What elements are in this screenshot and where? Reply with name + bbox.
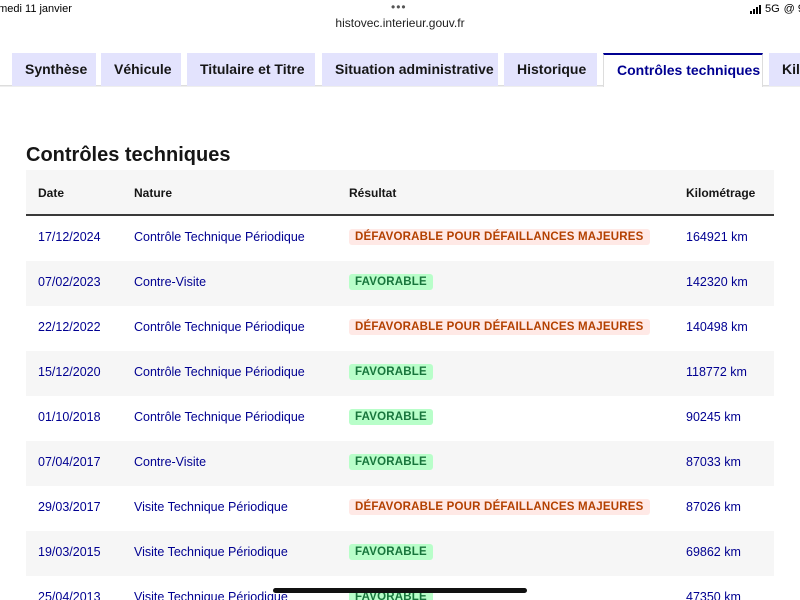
- cell-nature: Contre-Visite: [134, 275, 207, 289]
- header-nature: Nature: [134, 186, 173, 200]
- tab-titulaire-et-titre[interactable]: Titulaire et Titre: [187, 53, 315, 86]
- cell-date: 01/10/2018: [38, 410, 101, 424]
- result-badge: FAVORABLE: [349, 364, 433, 380]
- cell-km: 164921 km: [686, 230, 748, 244]
- result-badge: FAVORABLE: [349, 454, 433, 470]
- tab-bar: Synthèse Véhicule Titulaire et Titre Sit…: [0, 53, 800, 87]
- result-badge: DÉFAVORABLE POUR DÉFAILLANCES MAJEURES: [349, 229, 650, 245]
- home-indicator[interactable]: [273, 588, 527, 593]
- cell-date: 19/03/2015: [38, 545, 101, 559]
- cell-result: DÉFAVORABLE POUR DÉFAILLANCES MAJEURES: [349, 499, 650, 515]
- tab-controles-techniques[interactable]: Contrôles techniques: [603, 53, 763, 87]
- cell-km: 118772 km: [686, 365, 747, 379]
- network-type: 5G: [764, 3, 780, 15]
- cell-result: DÉFAVORABLE POUR DÉFAILLANCES MAJEURES: [349, 229, 650, 245]
- cell-result: FAVORABLE: [349, 544, 433, 560]
- header-kilometrage: Kilométrage: [686, 186, 756, 200]
- cell-result: FAVORABLE: [349, 454, 433, 470]
- cell-km: 87033 km: [686, 455, 741, 469]
- cell-km: 47350 km: [686, 590, 741, 600]
- result-badge: FAVORABLE: [349, 409, 433, 425]
- tab-vehicule[interactable]: Véhicule: [101, 53, 181, 86]
- cell-km: 140498 km: [686, 320, 748, 334]
- table-row: 07/04/2017 Contre-Visite FAVORABLE 87033…: [26, 441, 774, 486]
- cell-nature: Visite Technique Périodique: [134, 590, 288, 600]
- table-row: 17/12/2024 Contrôle Technique Périodique…: [26, 216, 774, 261]
- tab-historique[interactable]: Historique: [504, 53, 597, 86]
- cell-nature: Contrôle Technique Périodique: [134, 230, 305, 244]
- cell-km: 69862 km: [686, 545, 741, 559]
- result-badge: FAVORABLE: [349, 544, 433, 560]
- cell-date: 07/02/2023: [38, 275, 101, 289]
- tab-kilometrage[interactable]: Kil: [769, 53, 800, 86]
- table-row: 19/03/2015 Visite Technique Périodique F…: [26, 531, 774, 576]
- table-row: 01/10/2018 Contrôle Technique Périodique…: [26, 396, 774, 441]
- cell-nature: Visite Technique Périodique: [134, 500, 288, 514]
- controles-table: Date Nature Résultat Kilométrage 17/12/2…: [26, 170, 774, 600]
- cell-nature: Contrôle Technique Périodique: [134, 365, 305, 379]
- cell-date: 25/04/2013: [38, 590, 101, 600]
- cell-nature: Contre-Visite: [134, 455, 207, 469]
- table-row: 22/12/2022 Contrôle Technique Périodique…: [26, 306, 774, 351]
- result-badge: FAVORABLE: [349, 274, 433, 290]
- cell-date: 07/04/2017: [38, 455, 101, 469]
- address-bar[interactable]: histovec.interieur.gouv.fr: [0, 16, 800, 30]
- status-extra: @ 9: [783, 3, 800, 15]
- cell-date: 15/12/2020: [38, 365, 101, 379]
- tab-synthese[interactable]: Synthèse: [12, 53, 96, 86]
- cell-nature: Contrôle Technique Périodique: [134, 320, 305, 334]
- cell-result: DÉFAVORABLE POUR DÉFAILLANCES MAJEURES: [349, 319, 650, 335]
- page-title: Contrôles techniques: [26, 144, 231, 166]
- cell-date: 22/12/2022: [38, 320, 101, 334]
- cell-result: FAVORABLE: [349, 274, 433, 290]
- cell-result: FAVORABLE: [349, 364, 433, 380]
- header-resultat: Résultat: [349, 186, 397, 200]
- cellular-signal-icon: [749, 4, 761, 14]
- table-header: Date Nature Résultat Kilométrage: [26, 170, 774, 216]
- result-badge: DÉFAVORABLE POUR DÉFAILLANCES MAJEURES: [349, 499, 650, 515]
- cell-nature: Contrôle Technique Périodique: [134, 410, 305, 424]
- tab-situation-administrative[interactable]: Situation administrative: [322, 53, 498, 86]
- table-row: 15/12/2020 Contrôle Technique Périodique…: [26, 351, 774, 396]
- cell-result: FAVORABLE: [349, 409, 433, 425]
- status-indicators: 5G @ 9: [749, 3, 800, 15]
- table-row: 29/03/2017 Visite Technique Périodique D…: [26, 486, 774, 531]
- status-date: amedi 11 janvier: [0, 3, 72, 15]
- multitask-dots-icon[interactable]: •••: [391, 0, 407, 14]
- cell-km: 87026 km: [686, 500, 741, 514]
- cell-date: 29/03/2017: [38, 500, 101, 514]
- header-date: Date: [38, 186, 65, 200]
- cell-km: 142320 km: [686, 275, 748, 289]
- result-badge: DÉFAVORABLE POUR DÉFAILLANCES MAJEURES: [349, 319, 650, 335]
- cell-nature: Visite Technique Périodique: [134, 545, 288, 559]
- table-row: 07/02/2023 Contre-Visite FAVORABLE 14232…: [26, 261, 774, 306]
- cell-date: 17/12/2024: [38, 230, 101, 244]
- cell-km: 90245 km: [686, 410, 741, 424]
